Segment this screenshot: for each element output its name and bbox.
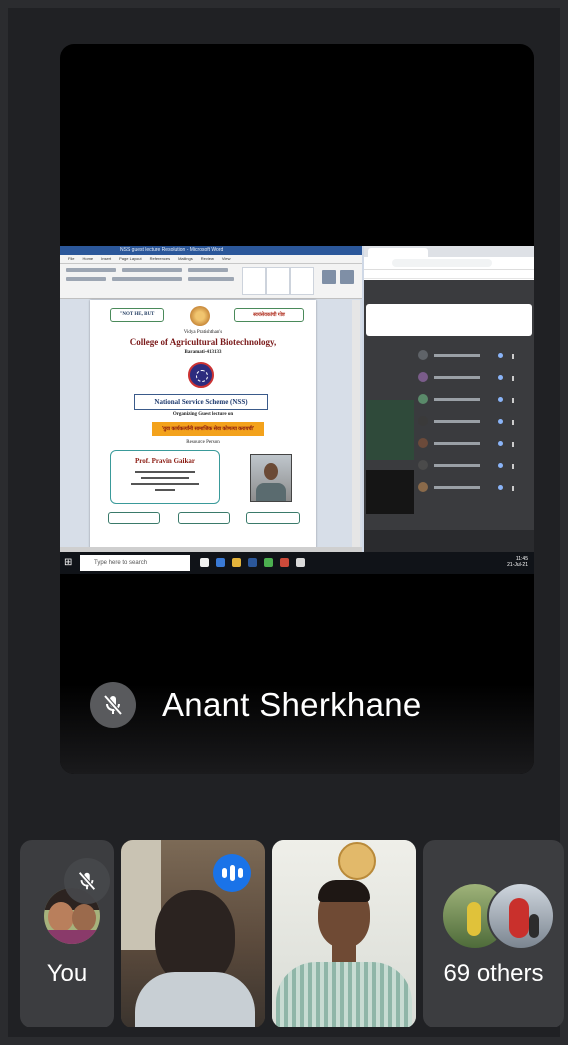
others-tile[interactable]: 69 others — [423, 840, 564, 1028]
doc-line-city: Baramati-413133 — [184, 350, 222, 355]
browser-address-bar — [364, 257, 534, 270]
page-bottom — [8, 1027, 560, 1037]
doc-badge-left: "NOT HE, BUT — [110, 308, 164, 322]
presenter-name: Anant Sherkhane — [162, 686, 422, 723]
meet-video-thumb — [366, 400, 414, 460]
app-icon[interactable] — [296, 558, 305, 567]
word-window: NSS guest lecture Resolution - Microsoft… — [60, 246, 362, 552]
doc-line-college: College of Agricultural Biotechnology, — [129, 337, 277, 347]
others-avatars — [441, 882, 555, 952]
signature-box — [178, 512, 230, 524]
edge-icon[interactable] — [216, 558, 225, 567]
word-icon[interactable] — [248, 558, 257, 567]
self-label: You — [46, 960, 88, 987]
browser-tabs — [364, 246, 534, 257]
windows-icon[interactable]: ⊞ — [64, 557, 76, 569]
windows-taskbar: ⊞ Type here to search 11:45 21-Jul-21 — [60, 552, 534, 574]
browser-bookmarks — [364, 270, 534, 279]
speaker-name: Prof. Pravin Gaikar — [135, 457, 195, 465]
word-title: NSS guest lecture Resolution - Microsoft… — [60, 246, 362, 255]
task-view-icon[interactable] — [200, 558, 209, 567]
mic-off-icon — [90, 682, 136, 728]
folder-icon[interactable] — [232, 558, 241, 567]
browser-window — [364, 246, 534, 552]
meet-notice — [366, 304, 532, 336]
doc-resource-person: Resource Person — [186, 440, 220, 445]
others-label: 69 others — [443, 960, 544, 987]
taskbar-search[interactable]: Type here to search — [80, 555, 190, 571]
avatar — [487, 882, 555, 950]
app-icon[interactable] — [280, 558, 289, 567]
document-page: "NOT HE, BUT स्वयंसेवकांची गोष्ट Vidya P… — [90, 300, 316, 552]
self-tile[interactable]: You — [20, 840, 114, 1028]
meet-app: NSS guest lecture Resolution - Microsoft… — [8, 8, 564, 1037]
meet-control-bar — [364, 530, 534, 552]
doc-organizing: Organizing Guest lecture on — [172, 412, 234, 417]
participant-tile[interactable] — [121, 840, 265, 1028]
college-logo — [190, 306, 210, 326]
signature-box — [108, 512, 160, 524]
audio-level-icon — [213, 854, 251, 892]
word-menubar: File Home Insert Page Layout References Maili… — [60, 255, 362, 264]
wall-clock — [338, 842, 376, 880]
doc-line-institute: Vidya Pratishthan's — [183, 330, 223, 335]
meet-people-panel — [364, 280, 534, 552]
word-ribbon — [60, 264, 362, 299]
word-scrollbar[interactable] — [352, 300, 360, 552]
shared-screen: NSS guest lecture Resolution - Microsoft… — [60, 246, 534, 574]
participant-tile[interactable] — [272, 840, 416, 1028]
doc-scheme: National Service Scheme (NSS) — [134, 394, 268, 410]
speaker-photo — [250, 454, 292, 502]
meet-video-thumb — [366, 470, 414, 514]
mic-off-icon — [64, 858, 110, 904]
taskbar-clock: 11:45 21-Jul-21 — [507, 556, 528, 568]
speaker-box: Prof. Pravin Gaikar — [110, 450, 220, 504]
presenter-tile[interactable]: NSS guest lecture Resolution - Microsoft… — [60, 44, 534, 774]
nss-logo — [188, 362, 214, 388]
chrome-icon[interactable] — [264, 558, 273, 567]
doc-badge-right: स्वयंसेवकांची गोष्ट — [234, 308, 304, 322]
doc-topic: 'युवा कार्यकर्त्यांनी सामाजिक सेवा कोणत्… — [152, 422, 264, 436]
signature-box — [246, 512, 300, 524]
